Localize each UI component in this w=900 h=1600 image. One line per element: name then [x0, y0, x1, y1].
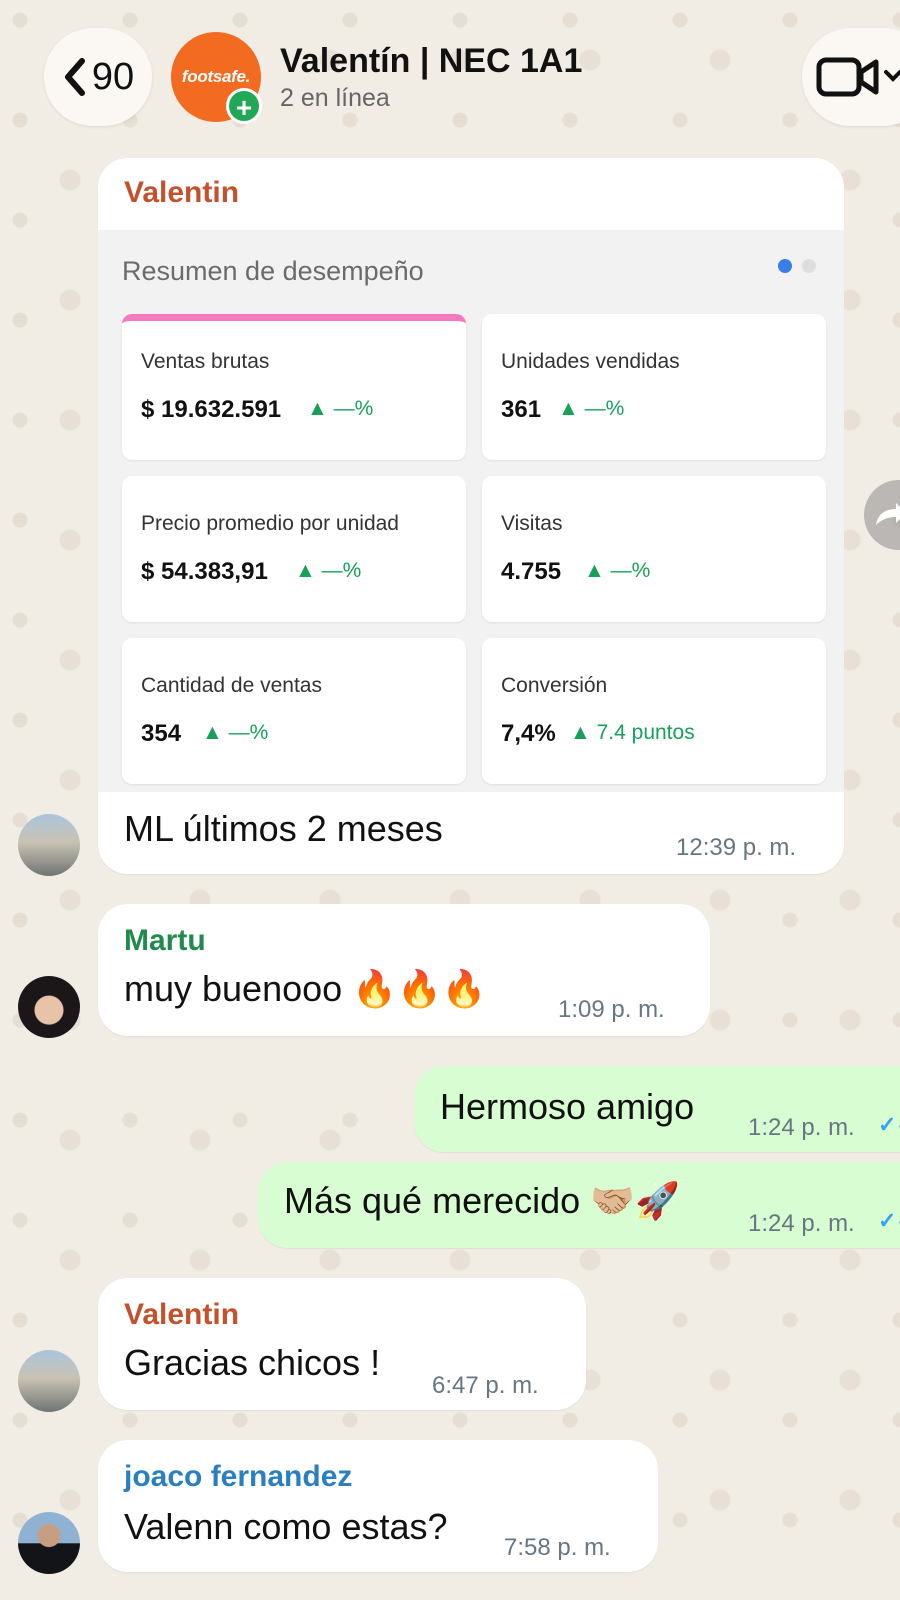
message-time: 6:47 p. m.	[432, 1372, 539, 1399]
message-text: Gracias chicos !	[124, 1342, 381, 1383]
online-status: 2 en línea	[280, 84, 390, 112]
metric-label: Conversión	[501, 674, 608, 697]
message-time: 7:58 p. m.	[504, 1534, 611, 1561]
sender-name: Valentin	[124, 1298, 240, 1331]
card-header: Valentin	[98, 158, 844, 230]
carousel-dot[interactable]	[802, 259, 816, 273]
avatar-valentin[interactable]	[18, 1350, 80, 1412]
metric-label: Unidades vendidas	[501, 350, 680, 373]
metric-value: $ 54.383,91	[141, 558, 268, 585]
message-text: ML últimos 2 meses	[124, 808, 443, 849]
message-text: Más qué merecido 🤝🏼🚀	[284, 1180, 680, 1221]
metric-value: 7,4%	[501, 720, 556, 747]
metric-change: ▲ —%	[584, 559, 651, 582]
message-bubble[interactable]: Valentin Gracias chicos ! 6:47 p. m.	[98, 1278, 586, 1410]
metric-label: Cantidad de ventas	[141, 674, 322, 697]
avatar-martu[interactable]	[18, 976, 80, 1038]
summary-title: Resumen de desempeño	[122, 256, 424, 286]
message-text: Valenn como estas?	[124, 1506, 448, 1547]
metric-card-units-sold[interactable]: Unidades vendidas 361 ▲ —%	[482, 314, 826, 460]
add-status-icon: +	[226, 88, 262, 124]
metric-value: $ 19.632.591	[141, 396, 282, 423]
message-bubble-outgoing[interactable]: Más qué merecido 🤝🏼🚀 1:24 p. m. ✓✓	[258, 1162, 900, 1248]
video-call-button[interactable]	[802, 28, 900, 126]
metric-change: ▲ —%	[202, 721, 269, 744]
chat-title[interactable]: Valentín | NEC 1A1	[280, 42, 582, 81]
metric-label: Ventas brutas	[141, 350, 270, 373]
group-avatar-logo: footsafe.	[181, 67, 251, 86]
message-time: 12:39 p. m.	[676, 834, 797, 861]
metric-card-sales-count[interactable]: Cantidad de ventas 354 ▲ —%	[122, 638, 466, 784]
message-time: 1:24 p. m.	[748, 1210, 855, 1237]
read-receipt-icon: ✓✓	[878, 1112, 900, 1137]
chat-header: 90 footsafe. + Valentín | NEC 1A1 2 en l…	[0, 0, 900, 150]
carousel-dot-active[interactable]	[778, 259, 792, 273]
metric-card-visits[interactable]: Visitas 4.755 ▲ —%	[482, 476, 826, 622]
sender-name: Martu	[124, 924, 206, 957]
metric-change: ▲ —%	[307, 397, 374, 420]
avatar-valentin[interactable]	[18, 814, 80, 876]
avatar-joaco[interactable]	[18, 1512, 80, 1574]
message-bubble-outgoing[interactable]: Hermoso amigo 1:24 p. m. ✓✓	[414, 1066, 900, 1152]
metric-label: Visitas	[501, 512, 563, 535]
performance-summary-card[interactable]: Resumen de desempeño Ventas brutas $ 19.…	[98, 230, 844, 792]
sender-name: Valentin	[124, 176, 240, 209]
metric-value: 361	[501, 396, 542, 423]
metric-card-average-price[interactable]: Precio promedio por unidad $ 54.383,91 ▲…	[122, 476, 466, 622]
message-bubble[interactable]: Martu muy buenooo 🔥🔥🔥 1:09 p. m.	[98, 904, 710, 1036]
unread-count: 90	[91, 55, 135, 98]
message-text: Hermoso amigo	[440, 1086, 695, 1127]
video-camera-icon	[816, 57, 900, 97]
chevron-left-icon	[64, 58, 85, 96]
metric-change: ▲ —%	[295, 559, 362, 582]
message-time: 1:24 p. m.	[748, 1114, 855, 1141]
message-bubble-summary[interactable]: Valentin Resumen de desempeño Ventas bru…	[98, 158, 844, 874]
message-time: 1:09 p. m.	[558, 996, 665, 1023]
metric-card-conversion[interactable]: Conversión 7,4% ▲ 7.4 puntos	[482, 638, 826, 784]
metric-label: Precio promedio por unidad	[141, 512, 399, 535]
message-caption: ML últimos 2 meses 12:39 p. m.	[98, 792, 844, 874]
metric-value: 4.755	[501, 558, 562, 585]
message-text: muy buenooo 🔥🔥🔥	[124, 968, 487, 1009]
metric-value: 354	[141, 720, 182, 747]
metric-change: ▲ —%	[558, 397, 625, 420]
back-button[interactable]: 90	[44, 28, 152, 126]
metric-change: ▲ 7.4 puntos	[570, 721, 695, 744]
metric-card-gross-sales[interactable]: Ventas brutas $ 19.632.591 ▲ —%	[122, 314, 466, 460]
sender-name: joaco fernandez	[124, 1460, 353, 1493]
message-bubble[interactable]: joaco fernandez Valenn como estas? 7:58 …	[98, 1440, 658, 1572]
read-receipt-icon: ✓✓	[878, 1208, 900, 1233]
